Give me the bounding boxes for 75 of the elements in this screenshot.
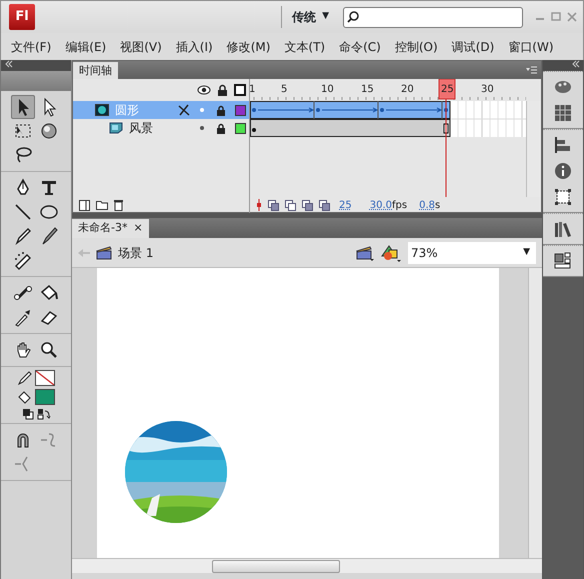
eye-icon[interactable] bbox=[197, 85, 211, 95]
transform-icon[interactable] bbox=[554, 188, 572, 206]
clapperboard-icon bbox=[96, 246, 112, 260]
frame-number: 15 bbox=[361, 84, 374, 95]
layer-color-swatch[interactable] bbox=[235, 104, 246, 116]
collapse-icon[interactable] bbox=[5, 60, 13, 68]
panel-tab[interactable]: 时间轴 bbox=[73, 62, 118, 79]
frame-number: 30 bbox=[481, 84, 494, 95]
frame-number: 1 bbox=[250, 84, 256, 95]
playhead[interactable] bbox=[438, 79, 456, 100]
horizontal-scrollbar[interactable] bbox=[72, 558, 542, 573]
frame-rate[interactable]: 30.0 bbox=[370, 198, 392, 212]
fill-bucket-icon bbox=[18, 390, 32, 404]
stroke-pencil-icon bbox=[18, 371, 32, 385]
workspace-switcher[interactable]: 传统 ▼ bbox=[292, 8, 329, 26]
center-frame-icon[interactable] bbox=[256, 199, 262, 211]
menu-item[interactable]: 窗口(W) bbox=[501, 38, 561, 56]
menu-item[interactable]: 控制(O) bbox=[388, 38, 445, 56]
menu-item[interactable]: 视图(V) bbox=[113, 38, 169, 56]
edit-symbols-icon[interactable] bbox=[380, 244, 402, 262]
lock-icon[interactable] bbox=[217, 84, 228, 96]
tween-span[interactable] bbox=[250, 100, 450, 120]
palette-icon[interactable] bbox=[554, 78, 572, 96]
trash-icon[interactable] bbox=[114, 199, 123, 211]
vertical-scrollbar[interactable] bbox=[528, 268, 542, 558]
swap-colors-icon[interactable] bbox=[36, 408, 50, 420]
info-icon[interactable] bbox=[554, 162, 572, 180]
menu-item[interactable]: 修改(M) bbox=[220, 38, 278, 56]
close-tab-button[interactable]: × bbox=[133, 220, 143, 237]
frame-span[interactable] bbox=[250, 119, 450, 137]
folder-icon[interactable] bbox=[96, 200, 108, 210]
frame-number: 10 bbox=[321, 84, 334, 95]
collapse-icon[interactable] bbox=[572, 60, 580, 68]
menu-item[interactable]: 插入(I) bbox=[168, 38, 220, 56]
onion-outline-icon[interactable] bbox=[285, 200, 296, 210]
fill-color-swatch[interactable] bbox=[34, 389, 54, 405]
layer-icon bbox=[109, 122, 123, 134]
zoom-dropdown[interactable]: 73% ▼ bbox=[408, 242, 536, 264]
outline-icon[interactable] bbox=[234, 84, 246, 96]
layer-row[interactable]: 风景 bbox=[73, 119, 249, 137]
frame-number: 25 bbox=[441, 84, 454, 95]
panel-menu-icon[interactable] bbox=[526, 65, 538, 75]
toolbar-header bbox=[1, 71, 71, 91]
swatches-icon[interactable] bbox=[554, 104, 572, 122]
menu-item[interactable]: 调试(D) bbox=[444, 38, 502, 56]
time-unit: s bbox=[434, 198, 440, 212]
new-layer-icon[interactable] bbox=[79, 200, 90, 210]
layer-color-swatch[interactable] bbox=[235, 122, 246, 134]
menu-item[interactable]: 文本(T) bbox=[277, 38, 332, 56]
frame-number: 5 bbox=[281, 84, 288, 95]
search-icon bbox=[347, 11, 359, 23]
onion-skin-icon[interactable] bbox=[268, 200, 279, 210]
edit-scene-icon[interactable] bbox=[356, 244, 374, 260]
elapsed-time[interactable]: 0.8 bbox=[419, 198, 435, 212]
menu-item[interactable]: 文件(F) bbox=[4, 38, 58, 56]
components-icon[interactable] bbox=[554, 252, 572, 270]
scene-label[interactable]: 场景 1 bbox=[118, 244, 154, 262]
menu-item[interactable]: 命令(C) bbox=[332, 38, 388, 56]
menu-item[interactable]: 编辑(E) bbox=[58, 38, 114, 56]
search-field[interactable] bbox=[343, 6, 523, 28]
app-logo: Fl bbox=[9, 4, 35, 30]
document-tab[interactable]: 未命名-3* × bbox=[72, 219, 149, 238]
library-icon[interactable] bbox=[554, 220, 572, 238]
stage[interactable] bbox=[97, 268, 499, 558]
visible-dot-icon bbox=[200, 126, 204, 130]
frame-number: 20 bbox=[401, 84, 414, 95]
edit-frames-icon[interactable] bbox=[302, 200, 313, 210]
frame-rate-unit: fps bbox=[392, 198, 408, 212]
tween-layer-icon bbox=[95, 104, 109, 116]
current-frame[interactable]: 25 bbox=[339, 198, 352, 212]
default-colors-icon[interactable] bbox=[22, 408, 34, 420]
stroke-color-swatch[interactable] bbox=[34, 370, 54, 386]
markers-icon[interactable] bbox=[319, 200, 330, 210]
align-icon[interactable] bbox=[554, 136, 572, 154]
visible-dot-icon bbox=[200, 108, 204, 112]
